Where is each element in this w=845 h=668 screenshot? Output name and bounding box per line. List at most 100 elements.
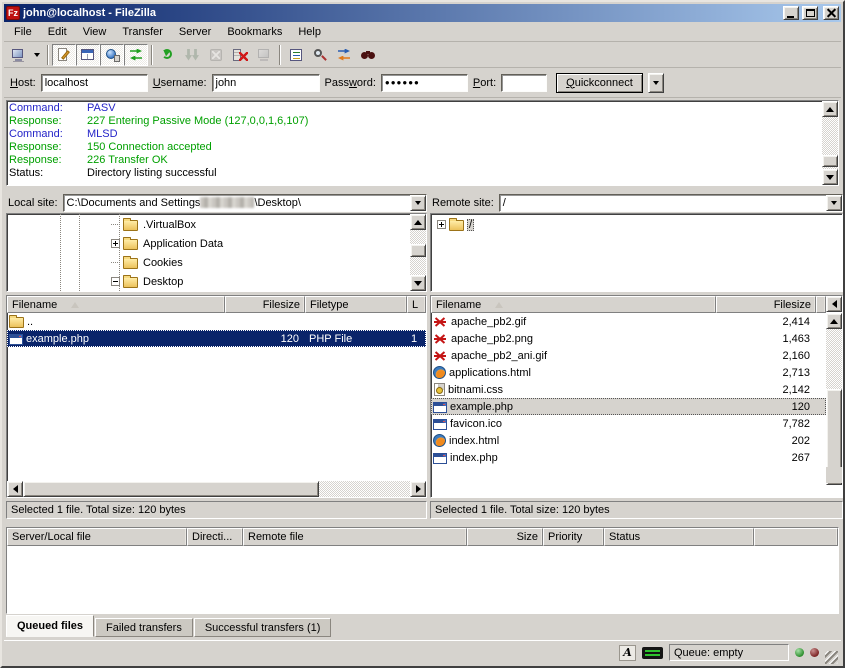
tree-item-root[interactable]: / [431, 215, 842, 234]
horizontal-splitter[interactable] [4, 186, 841, 193]
local-site-dropdown-button[interactable] [410, 195, 426, 211]
remote-list-scroll-left-button[interactable] [826, 296, 842, 312]
maximize-button[interactable] [802, 6, 818, 20]
minimize-button[interactable] [783, 6, 799, 20]
remote-list-scrollbar[interactable] [826, 313, 842, 467]
remote-list-scrollbar[interactable] [826, 296, 842, 312]
queue-column-header-size[interactable]: Size [467, 528, 543, 546]
tab-failed-transfers[interactable]: Failed transfers [95, 618, 193, 637]
remote-list-scroll-track[interactable] [826, 329, 842, 389]
tab-queued-files[interactable]: Queued files [6, 615, 94, 637]
find-files-button[interactable] [356, 44, 380, 66]
log-scroll-down-button[interactable] [822, 169, 838, 185]
queue-column-header-server-local-file[interactable]: Server/Local file [7, 528, 187, 546]
menu-edit[interactable]: Edit [40, 23, 75, 41]
tree-item-desktop[interactable]: Desktop [7, 272, 410, 291]
file-row-apache-pb2-png[interactable]: apache_pb2.png1,463 [431, 330, 826, 347]
file-row-favicon-ico[interactable]: favicon.ico7,782 [431, 415, 826, 432]
local-tree-scroll-down-button[interactable] [410, 275, 426, 291]
file-row-index-html[interactable]: index.html202 [431, 432, 826, 449]
toggle-message-log-button[interactable] [52, 44, 76, 66]
toggle-transfer-queue-button[interactable] [124, 44, 148, 66]
column-header-filesize[interactable]: Filesize [225, 296, 305, 313]
file-row-apache-pb2-ani-gif[interactable]: apache_pb2_ani.gif2,160 [431, 347, 826, 364]
menu-server[interactable]: Server [171, 23, 219, 41]
directory-comparison-button[interactable] [308, 44, 332, 66]
password-input[interactable]: ●●●●●● [381, 74, 468, 92]
local-list-scroll-left-button[interactable] [7, 481, 23, 497]
remote-site-dropdown-button[interactable] [826, 195, 842, 211]
redacted-username [200, 197, 254, 208]
port-input[interactable] [501, 74, 547, 92]
tab-successful-transfers-1[interactable]: Successful transfers (1) [194, 618, 332, 637]
local-tree-scrollbar[interactable] [410, 214, 426, 291]
local-list-scroll-right-button[interactable] [410, 481, 426, 497]
expand-icon[interactable] [111, 239, 120, 248]
log-scroll-up-button[interactable] [822, 101, 838, 117]
remote-site-combo[interactable]: / [499, 194, 843, 212]
queue-column-header-remote-file[interactable]: Remote file [243, 528, 467, 546]
toggle-local-tree-button[interactable] [76, 44, 100, 66]
quickconnect-button[interactable]: Quickconnect [556, 73, 643, 93]
queue-splitter[interactable] [4, 519, 841, 527]
local-tree-scroll-up-button[interactable] [410, 214, 426, 230]
menu-transfer[interactable]: Transfer [114, 23, 171, 41]
toggle-remote-tree-button[interactable] [100, 44, 124, 66]
remote-list-scroll-thumb[interactable] [826, 389, 842, 469]
synchronized-browsing-button[interactable] [332, 44, 356, 66]
local-list-scroll-thumb[interactable] [23, 481, 319, 497]
local-tree-scroll-track[interactable] [410, 230, 426, 244]
menu-file[interactable]: File [6, 23, 40, 41]
queue-column-header-priority[interactable]: Priority [543, 528, 604, 546]
host-input[interactable]: localhost [41, 74, 148, 92]
file-row-applications-html[interactable]: applications.html2,713 [431, 364, 826, 381]
filezilla-logo-icon[interactable]: Fz [6, 6, 20, 20]
tree-item-virtualbox[interactable]: .VirtualBox [7, 215, 410, 234]
log-scrollbar[interactable] [822, 101, 838, 185]
username-input[interactable]: john [212, 74, 320, 92]
expand-icon[interactable] [437, 220, 446, 229]
column-header-filename[interactable]: Filename [431, 296, 716, 313]
apache-file-icon [433, 332, 448, 346]
file-row-blank[interactable]: .. [7, 313, 426, 330]
file-row-bitnami-css[interactable]: bitnami.css2,142 [431, 381, 826, 398]
menu-bookmarks[interactable]: Bookmarks [219, 23, 290, 41]
column-header-blank[interactable] [816, 296, 826, 313]
close-button[interactable] [823, 6, 839, 20]
tree-item-cookies[interactable]: Cookies [7, 253, 410, 272]
resize-grip[interactable] [825, 651, 838, 664]
column-header-filename[interactable]: Filename [7, 296, 225, 313]
local-tree-scroll-thumb[interactable] [410, 244, 426, 257]
file-row-example-php[interactable]: example.php120PHP File1 [7, 330, 426, 347]
process-queue-button[interactable] [180, 44, 204, 66]
speed-limits-icon[interactable] [642, 647, 663, 659]
reconnect-button[interactable] [252, 44, 276, 66]
local-list-scroll-track[interactable] [319, 481, 410, 497]
file-row-apache-pb2-gif[interactable]: apache_pb2.gif2,414 [431, 313, 826, 330]
site-manager-button[interactable] [6, 44, 30, 66]
column-header-l[interactable]: L [407, 296, 426, 313]
local-tree-scroll-track[interactable] [410, 257, 426, 275]
quickconnect-dropdown-button[interactable] [648, 73, 664, 93]
menu-view[interactable]: View [75, 23, 115, 41]
log-scroll-track[interactable] [822, 117, 838, 155]
directory-listing-filters-button[interactable] [284, 44, 308, 66]
log-scroll-thumb[interactable] [822, 155, 838, 167]
queue-column-header-directi[interactable]: Directi... [187, 528, 243, 546]
column-header-filesize[interactable]: Filesize [716, 296, 816, 313]
local-list-scrollbar[interactable] [7, 481, 426, 497]
remote-list-scroll-thumb[interactable] [842, 296, 843, 312]
cancel-operation-button[interactable] [204, 44, 228, 66]
file-row-example-php[interactable]: example.php120 [431, 398, 826, 415]
menu-help[interactable]: Help [290, 23, 329, 41]
remote-list-scroll-up-button[interactable] [826, 313, 842, 329]
local-site-combo[interactable]: C:\Documents and Settings\Desktop\ [63, 194, 427, 212]
disconnect-button[interactable] [228, 44, 252, 66]
queue-column-header-status[interactable]: Status [604, 528, 754, 546]
column-header-filetype[interactable]: Filetype [305, 296, 407, 313]
file-row-index-php[interactable]: index.php267 [431, 449, 826, 466]
site-manager-dropdown-button[interactable] [30, 44, 44, 66]
tree-item-application-data[interactable]: Application Data [7, 234, 410, 253]
collapse-icon[interactable] [111, 277, 120, 286]
refresh-button[interactable] [156, 44, 180, 66]
